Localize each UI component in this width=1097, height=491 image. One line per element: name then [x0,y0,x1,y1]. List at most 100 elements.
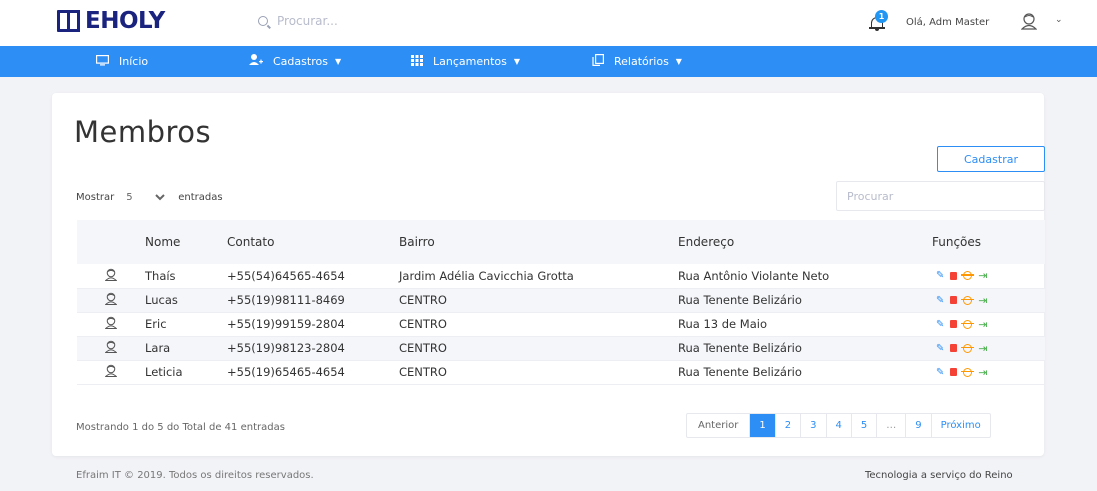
col-header-funcoes: Funções [932,220,1045,264]
avatar-icon [1020,13,1038,30]
target-icon[interactable] [961,295,975,305]
delete-icon[interactable] [950,368,958,376]
avatar-icon [104,268,118,285]
user-avatar[interactable] [1020,12,1038,34]
top-bar: EHOLY 1 Olá, Adm Master ⌄ [0,0,1097,46]
avatar-icon [104,364,118,381]
col-header-endereco[interactable]: Endereço [678,220,932,264]
col-header-avatar [77,220,145,264]
delete-icon[interactable] [950,344,958,352]
member-avatar [77,336,145,361]
member-avatar [77,288,145,313]
footer-tagline: Tecnologia a serviço do Reino [865,470,1013,481]
edit-user-icon[interactable]: ✎ [936,319,944,330]
cell-contato: +55(54)64565-4654 [227,264,399,289]
table-row: Eric +55(19)99159-2804 CENTRO Rua 13 de Mai… [77,312,1045,337]
col-header-bairro[interactable]: Bairro [399,220,678,264]
footer-copyright: Efraim IT © 2019. Todos os direitos rese… [76,470,314,481]
col-header-contato[interactable]: Contato [227,220,399,264]
edit-user-icon[interactable]: ✎ [936,367,944,378]
cell-bairro: CENTRO [399,336,678,361]
chevron-down-icon[interactable]: ⌄ [1055,15,1063,25]
pagination-page[interactable]: 9 [905,414,930,437]
nav-inicio[interactable]: Início [96,46,148,77]
delete-icon[interactable] [950,296,958,304]
pagination-previous[interactable]: Anterior [687,414,749,437]
length-prefix: Mostrar [76,191,115,203]
row-actions: ✎ ⇥ [932,366,1045,379]
pagination-ellipsis[interactable]: … [876,414,905,437]
cell-endereco: Rua Tenente Belizário [678,288,932,313]
target-icon[interactable] [961,367,975,377]
brand-name: EHOLY [85,8,165,34]
add-user-icon [249,54,263,69]
members-table: Nome Contato Bairro Endereço Funções Tha… [77,220,1045,385]
enter-icon[interactable]: ⇥ [978,342,987,355]
enter-icon[interactable]: ⇥ [978,294,987,307]
delete-icon[interactable] [950,271,958,280]
enter-icon[interactable]: ⇥ [978,318,987,331]
table-info: Mostrando 1 do 5 do Total de 41 entradas [76,422,285,433]
main-navbar: Início Cadastros ▼ Lançamentos ▼ Relatór… [0,46,1097,77]
grid-icon [411,54,423,69]
user-greeting[interactable]: Olá, Adm Master [906,17,989,28]
delete-icon[interactable] [950,320,958,328]
page-title: Membros [74,115,212,149]
cell-nome: Lucas [145,288,227,313]
copy-icon [592,54,605,69]
cell-funcoes: ✎ ⇥ [932,360,1045,385]
cell-bairro: CENTRO [399,288,678,313]
enter-icon[interactable]: ⇥ [978,269,987,282]
global-search-input[interactable] [277,14,437,28]
chevron-down-icon: ▼ [675,57,682,66]
table-search-input[interactable] [836,181,1045,211]
table-header-row: Nome Contato Bairro Endereço Funções [77,220,1045,264]
nav-lancamentos[interactable]: Lançamentos ▼ [411,46,520,77]
cell-endereco: Rua Tenente Belizário [678,360,932,385]
cell-nome: Leticia [145,360,227,385]
col-header-nome[interactable]: Nome [145,220,227,264]
nav-relatorios[interactable]: Relatórios ▼ [592,46,682,77]
chevron-down-icon: ▼ [334,57,342,66]
member-avatar [77,360,145,385]
pagination-next[interactable]: Próximo [930,414,990,437]
member-avatar [77,264,145,289]
notification-badge: 1 [875,10,888,23]
cell-funcoes: ✎ ⇥ [932,312,1045,337]
avatar-icon [104,340,118,357]
cell-funcoes: ✎ ⇥ [932,264,1045,289]
cell-endereco: Rua Antônio Violante Neto [678,264,932,289]
edit-user-icon[interactable]: ✎ [936,270,944,281]
search-icon [258,16,268,26]
cell-bairro: CENTRO [399,312,678,337]
avatar-icon [104,316,118,333]
pagination-page[interactable]: 4 [825,414,851,437]
cell-nome: Lara [145,336,227,361]
add-member-button[interactable]: Cadastrar [937,146,1045,172]
nav-cadastros[interactable]: Cadastros ▼ [249,46,341,77]
monitor-icon [96,54,110,69]
pagination-page[interactable]: 1 [749,414,775,437]
table-row: Lara +55(19)98123-2804 CENTRO Rua Tenente B… [77,336,1045,361]
enter-icon[interactable]: ⇥ [978,366,987,379]
target-icon[interactable] [961,271,975,281]
cell-bairro: CENTRO [399,360,678,385]
cell-contato: +55(19)98123-2804 [227,336,399,361]
cell-nome: Thaís [145,264,227,289]
target-icon[interactable] [961,319,975,329]
chevron-down-icon: ▼ [513,57,521,66]
length-suffix: entradas [178,191,223,203]
members-card: Membros Cadastrar Mostrar 5 entradas Nom… [52,93,1045,456]
book-logo-icon [57,10,83,32]
target-icon[interactable] [961,343,975,353]
pagination-page[interactable]: 2 [774,414,800,437]
pagination-page[interactable]: 3 [800,414,825,437]
pagination-page[interactable]: 5 [850,414,876,437]
entries-select[interactable]: 5 [122,186,169,208]
edit-user-icon[interactable]: ✎ [936,343,944,354]
row-actions: ✎ ⇥ [932,342,1045,355]
cell-endereco: Rua Tenente Belizário [678,336,932,361]
row-actions: ✎ ⇥ [932,269,1045,282]
edit-user-icon[interactable]: ✎ [936,295,944,306]
brand-logo[interactable]: EHOLY [57,8,165,34]
